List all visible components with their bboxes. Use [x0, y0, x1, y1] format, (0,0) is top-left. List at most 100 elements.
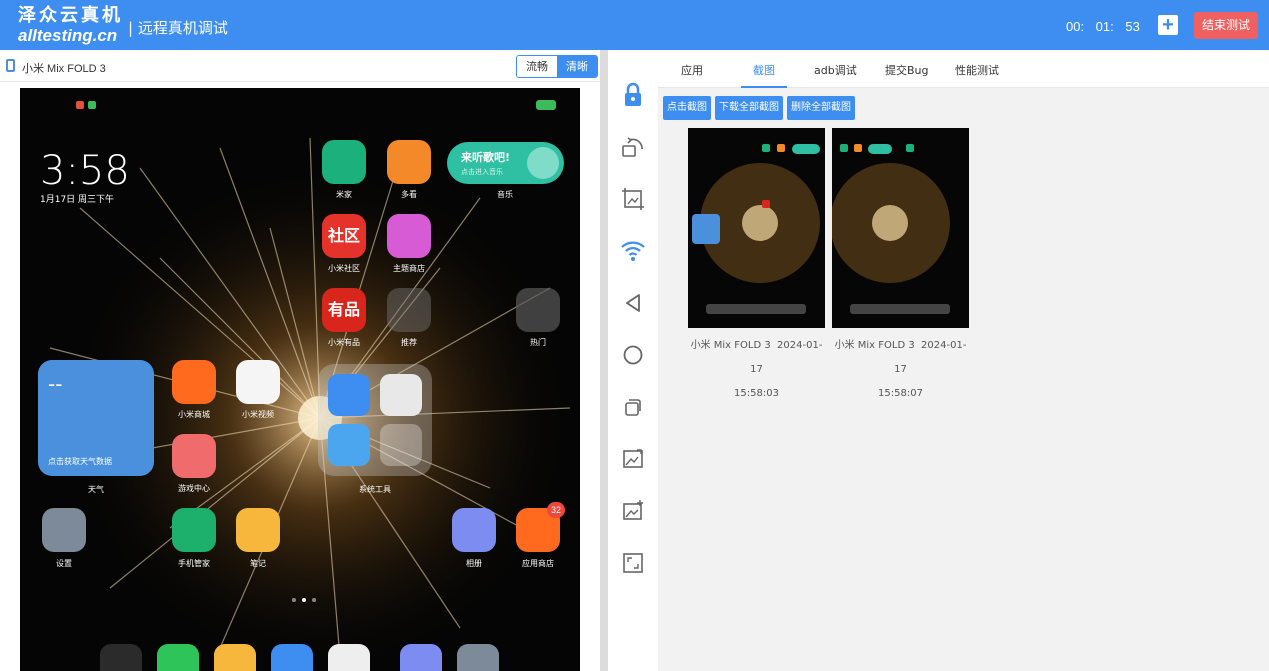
community-app-icon[interactable]: 社区: [322, 214, 366, 258]
page-indicator: [302, 598, 306, 602]
lock-icon[interactable]: [620, 82, 646, 108]
music-widget-title: 来听歌吧!: [461, 151, 511, 164]
notes-app-icon[interactable]: [236, 508, 280, 552]
screenshot-crop-icon[interactable]: [620, 186, 646, 212]
dock-gallery-icon[interactable]: [400, 644, 442, 671]
gallery-app-icon[interactable]: [452, 508, 496, 552]
device-panel: 小米 Mix FOLD 3 流畅 清晰 3:58 1月17日 周三下午 米家 多…: [0, 50, 600, 671]
quality-clear-button[interactable]: 清晰: [557, 56, 597, 77]
control-toolbar: [608, 50, 658, 671]
dock-notes-icon[interactable]: [214, 644, 256, 671]
quality-toggle: 流畅 清晰: [516, 55, 598, 78]
settings-app-icon[interactable]: [42, 508, 86, 552]
panel-divider[interactable]: [600, 50, 608, 671]
tools-panel: 应用 截图 adb调试 提交Bug 性能测试 点击截图 下载全部截图 删除全部截…: [658, 50, 1269, 671]
phone-app-icon[interactable]: [157, 644, 199, 671]
plus-icon[interactable]: +: [1158, 15, 1178, 35]
phone-icon: [6, 59, 15, 72]
tab-adb[interactable]: adb调试: [814, 62, 857, 78]
active-tab-indicator: [741, 86, 787, 88]
music-widget[interactable]: 来听歌吧! 点击进入音乐: [447, 142, 564, 184]
app-label: 小米社区: [328, 264, 360, 273]
delete-all-button[interactable]: 删除全部截图: [787, 96, 855, 120]
session-timer: 00: 01: 53: [1066, 19, 1140, 34]
thumbnail-image: [688, 128, 825, 328]
fullscreen-icon[interactable]: [620, 550, 646, 576]
screenshot-card[interactable]: 小米 Mix FOLD 3 2024-01-17 15:58:03: [688, 128, 825, 406]
tab-submit-bug[interactable]: 提交Bug: [885, 62, 929, 78]
recommend-folder-icon[interactable]: [387, 288, 431, 332]
dock-settings-icon[interactable]: [457, 644, 499, 671]
app-label: 音乐: [497, 190, 513, 199]
rotate-icon[interactable]: [620, 134, 646, 160]
app-label: 设置: [56, 559, 72, 568]
screenshot-device: 小米 Mix FOLD 3: [690, 340, 771, 351]
recents-icon[interactable]: [620, 394, 646, 420]
image-upload-icon[interactable]: [620, 446, 646, 472]
system-tools-folder[interactable]: [318, 364, 432, 476]
camera-app-icon[interactable]: [328, 644, 370, 671]
screenshot-time: 15:58:07: [878, 388, 923, 399]
tab-performance[interactable]: 性能测试: [955, 62, 999, 78]
music-widget-sub: 点击进入音乐: [461, 168, 503, 176]
device-name: 小米 Mix FOLD 3: [22, 63, 106, 75]
screenshot-card[interactable]: 小米 Mix FOLD 3 2024-01-17 15:58:07: [832, 128, 969, 406]
play-icon[interactable]: [527, 147, 559, 179]
logo: 泽众云真机 alltesting.cn: [18, 6, 123, 46]
tab-screenshot[interactable]: 截图: [753, 62, 775, 78]
lock-time: 3:58: [40, 148, 130, 194]
duokan-app-icon[interactable]: [387, 140, 431, 184]
app-label: 天气: [88, 485, 104, 494]
messages-app-icon[interactable]: [271, 644, 313, 671]
quality-smooth-button[interactable]: 流畅: [517, 56, 557, 77]
theme-store-app-icon[interactable]: [387, 214, 431, 258]
weather-widget[interactable]: -- 点击获取天气数据: [38, 360, 154, 476]
clock-icon: [380, 374, 422, 416]
app-label: 笔记: [250, 559, 266, 568]
tab-apps[interactable]: 应用: [681, 62, 703, 78]
mijia-app-icon[interactable]: [322, 140, 366, 184]
app-label: 小米视频: [242, 410, 274, 419]
top-bar: 泽众云真机 alltesting.cn | 远程真机调试 00: 01: 53 …: [0, 0, 1269, 50]
screenshot-actions: 点击截图 下载全部截图 删除全部截图: [663, 96, 855, 120]
hot-folder-icon[interactable]: [516, 288, 560, 332]
weather-widget-text: 点击获取天气数据: [48, 457, 112, 466]
notification-icon: [76, 101, 84, 109]
contacts-icon: [328, 374, 370, 416]
app-label: 小米商城: [178, 410, 210, 419]
logo-chinese: 泽众云真机: [18, 5, 123, 26]
end-test-button[interactable]: 结束测试: [1194, 12, 1258, 39]
page-title: | 远程真机调试: [128, 19, 228, 37]
page-indicator: [312, 598, 316, 602]
screenshot-caption: 小米 Mix FOLD 3 2024-01-17 15:58:07: [832, 334, 969, 406]
screenshot-thumbnail[interactable]: [832, 128, 969, 328]
screenshot-thumbnail[interactable]: [688, 128, 825, 328]
mi-store-app-icon[interactable]: [172, 360, 216, 404]
app-label: 热门: [530, 338, 546, 347]
mi-video-app-icon[interactable]: [236, 360, 280, 404]
device-screen[interactable]: 3:58 1月17日 周三下午 米家 多看 来听歌吧! 点击进入音乐 音乐 社区…: [20, 88, 580, 671]
home-icon[interactable]: [620, 342, 646, 368]
app-label: 相册: [466, 559, 482, 568]
app-label: 米家: [336, 190, 352, 199]
folder-mini-apps: [380, 424, 422, 466]
back-icon[interactable]: [620, 290, 646, 316]
take-screenshot-button[interactable]: 点击截图: [663, 96, 711, 120]
app-label: 主题商店: [393, 264, 425, 273]
youpin-app-icon[interactable]: 有品: [322, 288, 366, 332]
screenshot-device: 小米 Mix FOLD 3: [834, 340, 915, 351]
wifi-icon[interactable]: [620, 238, 646, 264]
app-label: 应用商店: [522, 559, 554, 568]
security-app-icon[interactable]: [172, 508, 216, 552]
download-all-button[interactable]: 下载全部截图: [715, 96, 783, 120]
thumbnail-image: [832, 128, 969, 328]
search-app-icon[interactable]: [100, 644, 142, 671]
lock-date: 1月17日 周三下午: [40, 195, 115, 205]
screenshot-caption: 小米 Mix FOLD 3 2024-01-17 15:58:03: [688, 334, 825, 406]
app-store-badge: 32: [547, 502, 565, 518]
game-center-app-icon[interactable]: [172, 434, 216, 478]
image-add-icon[interactable]: [620, 498, 646, 524]
logo-english: alltesting.cn: [18, 26, 118, 45]
screenshot-time: 15:58:03: [734, 388, 779, 399]
tab-bar: 应用 截图 adb调试 提交Bug 性能测试: [658, 50, 1269, 88]
